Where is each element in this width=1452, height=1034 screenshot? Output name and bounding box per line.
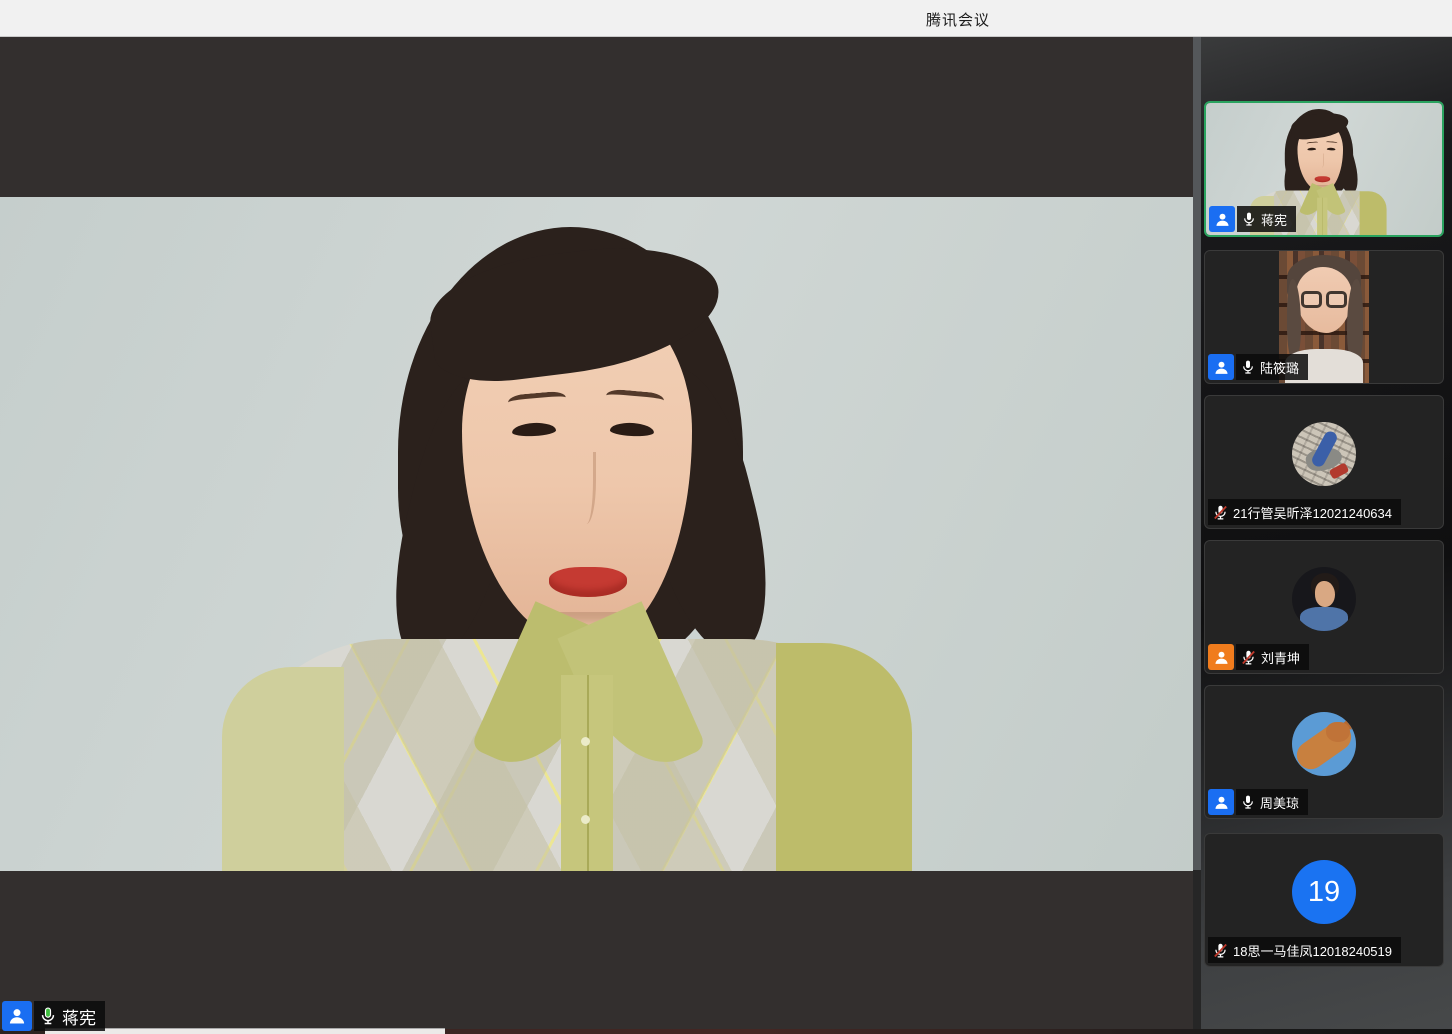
participant-tile-wuxinze[interactable]: 21行管吴昕泽12021240634: [1204, 395, 1444, 529]
participant-name: 蒋宪: [1261, 210, 1287, 229]
participant-name: 陆筱璐: [1260, 358, 1299, 377]
person-badge-icon: [1208, 644, 1234, 670]
sidebar-scrollbar[interactable]: [1193, 37, 1201, 1034]
participant-tile-luxiaolu[interactable]: 陆筱璐: [1204, 250, 1444, 384]
mic-on-icon: [1240, 794, 1256, 810]
participant-avatar: 19: [1292, 860, 1356, 924]
window-title: 腾讯会议: [878, 9, 1038, 30]
person-badge-icon: [1208, 354, 1234, 380]
participant-name: 18思一马佳凤12018240519: [1233, 941, 1392, 960]
mic-muted-icon: [1212, 942, 1229, 959]
participant-avatar: [1292, 567, 1356, 631]
main-stage: [0, 37, 1193, 1034]
stage-speaker-name: 蒋宪: [62, 1004, 96, 1029]
participant-name: 21行管吴昕泽12021240634: [1233, 503, 1392, 522]
person-icon: [7, 1006, 27, 1026]
participant-avatar: [1292, 712, 1356, 776]
person-icon: [1213, 359, 1230, 376]
title-bar: 腾讯会议: [0, 0, 1452, 37]
person-icon: [1214, 211, 1231, 228]
mic-muted-icon: [1212, 504, 1229, 521]
avatar-number: 19: [1308, 876, 1340, 909]
bottom-window-edge: [45, 1028, 445, 1034]
participant-name: 周美琼: [1260, 793, 1299, 812]
person-badge-icon: [1208, 789, 1234, 815]
mic-on-icon: [1240, 359, 1256, 375]
participants-sidebar: 蒋宪: [1201, 37, 1452, 1034]
person-badge-icon: [2, 1001, 32, 1031]
person-badge-icon: [1209, 206, 1235, 232]
stage-speaker-label: 蒋宪: [2, 1001, 105, 1031]
main-video: [0, 197, 1193, 871]
participant-tile-zhoumeiqiong[interactable]: 周美琼: [1204, 685, 1444, 819]
participant-tile-jiangxian[interactable]: 蒋宪: [1204, 101, 1444, 237]
scrollbar-thumb[interactable]: [1193, 37, 1201, 870]
glasses-icon: [1301, 291, 1322, 308]
participant-tile-majiafeng[interactable]: 19 18思一马佳凤12018240519: [1204, 833, 1444, 967]
person-icon: [1213, 794, 1230, 811]
participant-tile-liuqingkun[interactable]: 刘青坤: [1204, 540, 1444, 674]
participant-name: 刘青坤: [1261, 648, 1300, 667]
participant-avatar: [1292, 422, 1356, 486]
mic-muted-icon: [1240, 649, 1257, 666]
person-icon: [1213, 649, 1230, 666]
mic-active-icon: [38, 1006, 58, 1026]
mic-on-icon: [1241, 211, 1257, 227]
